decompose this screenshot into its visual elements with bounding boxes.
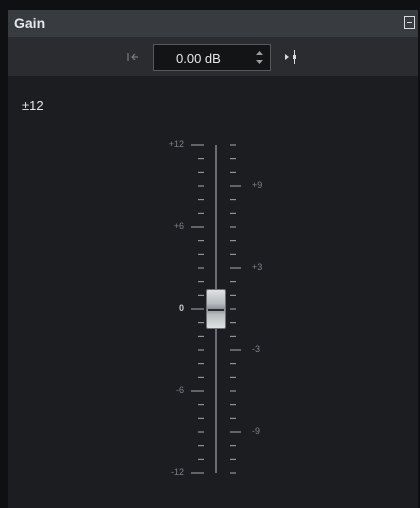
scale-label-left: -12 <box>170 467 184 477</box>
scale-label-left: 0 <box>178 303 184 313</box>
scale-label-right: +3 <box>252 262 263 272</box>
scale-label-left: -6 <box>175 385 184 395</box>
scale-label-left: +12 <box>168 139 184 149</box>
scale-label-right: -3 <box>252 344 261 354</box>
scale-label-right: +9 <box>252 180 263 190</box>
fader-scale <box>191 144 241 474</box>
scale-label-left: +6 <box>173 221 184 231</box>
scale-label-right: -9 <box>252 426 261 436</box>
fader-handle[interactable] <box>206 289 226 329</box>
